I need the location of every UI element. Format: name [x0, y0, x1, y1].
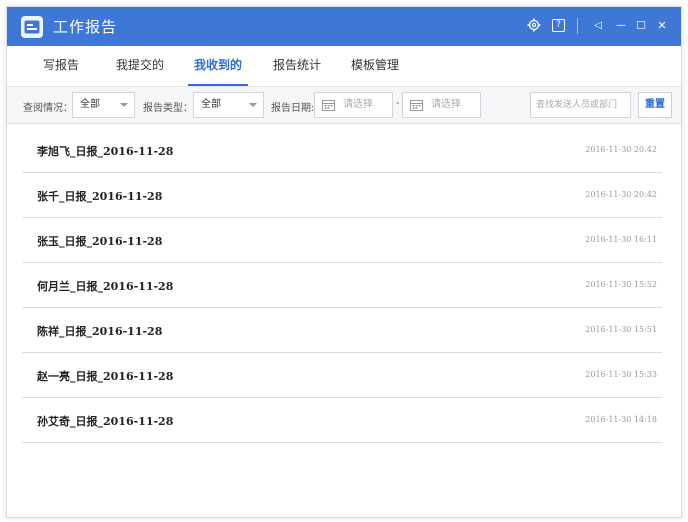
- tab-report-stats[interactable]: 报告统计: [271, 46, 323, 86]
- tab-my-received[interactable]: 我收到的: [188, 46, 248, 86]
- maximize-icon[interactable]: ☐: [633, 18, 649, 34]
- list-item[interactable]: 何月兰_日报_2016-11-28 2016-11-30 15:52: [22, 263, 662, 308]
- date-start-placeholder: 请选择: [343, 99, 373, 110]
- minimize-icon[interactable]: —: [613, 18, 629, 34]
- app-logo-icon: [21, 16, 43, 38]
- report-list: 李旭飞_日报_2016-11-28 2016-11-30 20:42 张千_日报…: [22, 128, 662, 443]
- report-name: 赵一亮_日报_2016-11-28: [37, 370, 174, 383]
- tab-write-report[interactable]: 写报告: [41, 46, 81, 86]
- report-type-label: 报告类型：: [143, 103, 193, 114]
- report-type-select[interactable]: 全部: [193, 92, 264, 118]
- pin-icon[interactable]: ◁: [590, 18, 606, 34]
- close-icon[interactable]: ✕: [654, 18, 670, 34]
- app-window: 工作报告 ? ◁ — ☐ ✕ 写报告 我提交的 我收到的 报告统计 模板管理 查…: [6, 6, 682, 518]
- list-item[interactable]: 孙艾奇_日报_2016-11-28 2016-11-30 14:18: [22, 398, 662, 443]
- tab-template-manage[interactable]: 模板管理: [349, 46, 401, 86]
- report-name: 张千_日报_2016-11-28: [37, 190, 163, 203]
- report-date-label: 报告日期:: [271, 103, 315, 114]
- report-time: 2016-11-30 16:11: [585, 235, 657, 244]
- search-input[interactable]: 查找发送人员或部门: [530, 92, 631, 118]
- read-status-select[interactable]: 全部: [72, 92, 135, 118]
- list-item[interactable]: 赵一亮_日报_2016-11-28 2016-11-30 15:33: [22, 353, 662, 398]
- reset-button[interactable]: 重置: [638, 92, 672, 118]
- date-end-picker[interactable]: 请选择: [402, 92, 481, 118]
- date-end-placeholder: 请选择: [431, 99, 461, 110]
- gear-icon[interactable]: [526, 18, 542, 34]
- report-time: 2016-11-30 15:51: [585, 325, 657, 334]
- chevron-down-icon: [249, 103, 257, 107]
- title-bar[interactable]: 工作报告 ? ◁ — ☐ ✕: [7, 7, 681, 46]
- report-time: 2016-11-30 14:18: [585, 415, 657, 424]
- report-name: 张玉_日报_2016-11-28: [37, 235, 163, 248]
- list-item[interactable]: 张千_日报_2016-11-28 2016-11-30 20:42: [22, 173, 662, 218]
- report-time: 2016-11-30 20:42: [585, 145, 657, 154]
- calendar-icon: [410, 100, 423, 111]
- chevron-down-icon: [120, 103, 128, 107]
- report-name: 李旭飞_日报_2016-11-28: [37, 145, 174, 158]
- window-title: 工作报告: [53, 18, 118, 36]
- report-time: 2016-11-30 15:33: [585, 370, 657, 379]
- tab-my-submitted[interactable]: 我提交的: [114, 46, 166, 86]
- date-start-picker[interactable]: 请选择: [314, 92, 393, 118]
- report-type-value: 全部: [201, 99, 221, 110]
- help-icon[interactable]: ?: [552, 19, 565, 32]
- title-separator: [577, 18, 578, 34]
- read-status-label: 查阅情况：: [23, 103, 73, 114]
- read-status-value: 全部: [80, 99, 100, 110]
- report-time: 2016-11-30 15:52: [585, 280, 657, 289]
- calendar-icon: [322, 100, 335, 111]
- report-name: 何月兰_日报_2016-11-28: [37, 280, 174, 293]
- list-item[interactable]: 李旭飞_日报_2016-11-28 2016-11-30 20:42: [22, 128, 662, 173]
- report-time: 2016-11-30 20:42: [585, 190, 657, 199]
- report-name: 陈祥_日报_2016-11-28: [37, 325, 163, 338]
- report-name: 孙艾奇_日报_2016-11-28: [37, 415, 174, 428]
- list-item[interactable]: 张玉_日报_2016-11-28 2016-11-30 16:11: [22, 218, 662, 263]
- date-separator: -: [396, 98, 400, 109]
- search-placeholder: 查找发送人员或部门: [536, 100, 618, 110]
- filter-bar: 查阅情况： 全部 报告类型： 全部 报告日期: 请选择 - 请选择 查找发送人员…: [7, 87, 681, 124]
- list-item[interactable]: 陈祥_日报_2016-11-28 2016-11-30 15:51: [22, 308, 662, 353]
- tab-bar: 写报告 我提交的 我收到的 报告统计 模板管理: [7, 46, 681, 87]
